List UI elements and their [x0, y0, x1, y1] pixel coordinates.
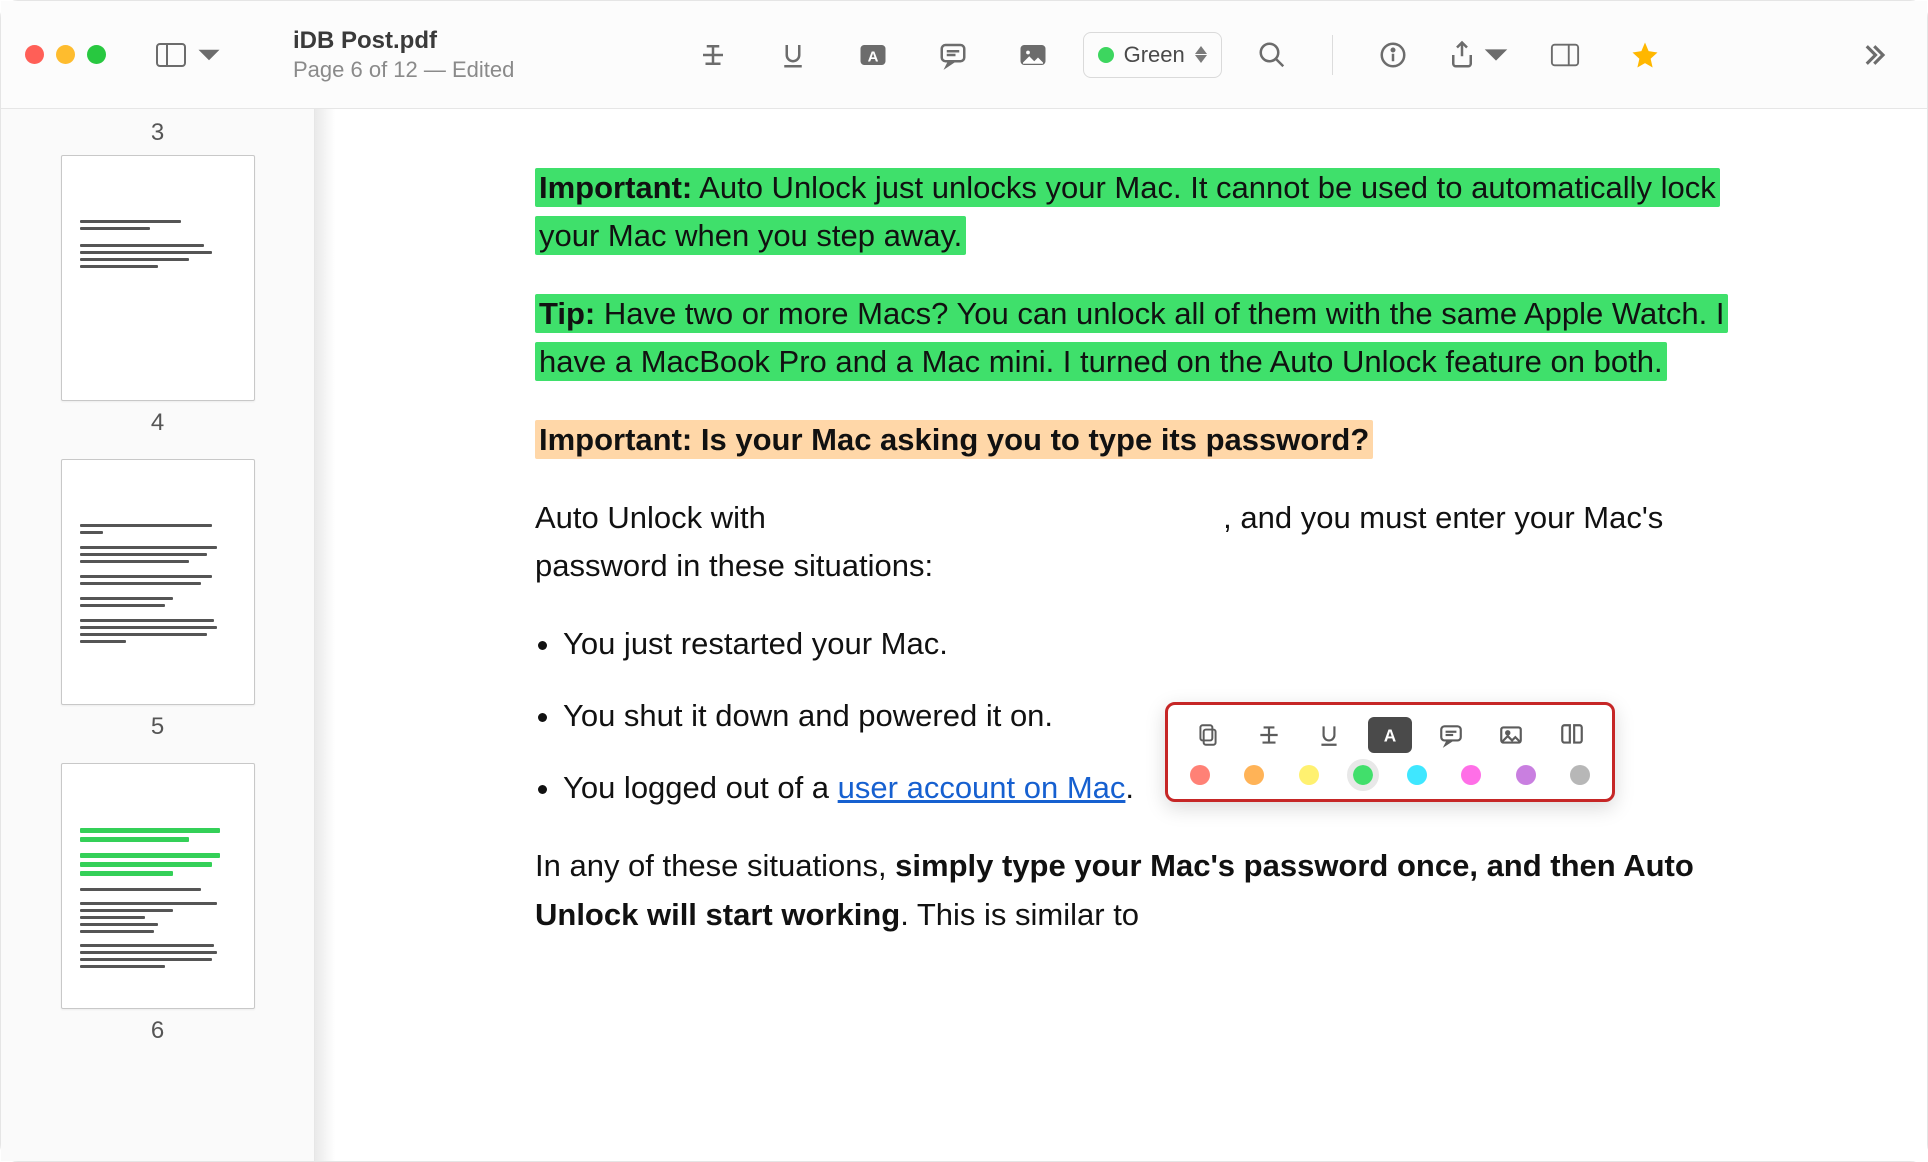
page-shadow	[315, 109, 335, 1161]
inspector-button[interactable]	[1535, 25, 1595, 85]
color-swatch-cyan[interactable]	[1407, 765, 1427, 785]
note-button[interactable]	[923, 25, 983, 85]
thumb-number: 4	[151, 409, 164, 437]
share-button[interactable]	[1443, 25, 1515, 85]
info-icon	[1378, 40, 1408, 70]
note-button[interactable]	[1429, 717, 1473, 753]
sidebar-view-toggle[interactable]	[145, 41, 235, 69]
minimize-window-button[interactable]	[56, 45, 75, 64]
bookmark-button[interactable]	[1550, 717, 1594, 753]
chevron-down-icon	[193, 41, 225, 69]
search-button[interactable]	[1242, 25, 1302, 85]
chevron-down-icon	[1481, 40, 1511, 70]
strikethrough-icon	[698, 40, 728, 70]
toolbar-divider	[1332, 35, 1333, 75]
image-button[interactable]	[1489, 717, 1533, 753]
text-box-icon: A	[858, 40, 888, 70]
underline-icon	[778, 40, 808, 70]
color-swatch-orange[interactable]	[1244, 765, 1264, 785]
color-swatch-purple[interactable]	[1516, 765, 1536, 785]
share-icon	[1447, 40, 1477, 70]
speech-bubble-icon	[938, 40, 968, 70]
highlight-color-label: Green	[1124, 42, 1185, 68]
text-box-button[interactable]: A	[843, 25, 903, 85]
close-window-button[interactable]	[25, 45, 44, 64]
strikethrough-button[interactable]	[683, 25, 743, 85]
document-view[interactable]: Important: Auto Unlock just unlocks your…	[315, 109, 1927, 1161]
color-swatch-red[interactable]	[1190, 765, 1210, 785]
strikethrough-button[interactable]	[1247, 717, 1291, 753]
document-subtitle: Page 6 of 12 — Edited	[293, 57, 514, 83]
thumb-number: 5	[151, 713, 164, 741]
info-button[interactable]	[1363, 25, 1423, 85]
color-swatch-yellow[interactable]	[1299, 765, 1319, 785]
underline-icon	[1316, 722, 1342, 748]
popup-tool-row: A	[1186, 717, 1594, 753]
paragraph: Tip: Have two or more Macs? You can unlo…	[535, 290, 1747, 386]
document-title: iDB Post.pdf	[293, 27, 514, 55]
color-swatch-green[interactable]	[1353, 765, 1373, 785]
thumb-number: 3	[1, 119, 314, 147]
main-area: 3 4	[1, 109, 1927, 1161]
list-item: You just restarted your Mac.	[563, 620, 1747, 668]
page-thumbnail-6[interactable]: 6	[1, 763, 314, 1045]
color-dot-icon	[1098, 47, 1114, 63]
thumbnail-sidebar[interactable]: 3 4	[1, 109, 315, 1161]
paragraph: Important: Auto Unlock just unlocks your…	[535, 164, 1747, 260]
document-title-block: iDB Post.pdf Page 6 of 12 — Edited	[293, 27, 514, 83]
image-button[interactable]	[1003, 25, 1063, 85]
toolbar: iDB Post.pdf Page 6 of 12 — Edited A Gre…	[1, 1, 1927, 109]
star-icon	[1630, 40, 1660, 70]
text-box-button[interactable]: A	[1368, 717, 1412, 753]
image-icon	[1018, 40, 1048, 70]
search-icon	[1257, 40, 1287, 70]
underline-button[interactable]	[1307, 717, 1351, 753]
page-thumbnail-4[interactable]: 4	[1, 155, 314, 437]
svg-text:A: A	[1384, 726, 1397, 746]
book-icon	[1559, 722, 1585, 748]
annotation-popup: A	[1165, 702, 1615, 802]
overflow-button[interactable]	[1843, 25, 1903, 85]
strikethrough-icon	[1256, 722, 1282, 748]
popup-color-row	[1186, 765, 1594, 785]
color-swatch-gray[interactable]	[1570, 765, 1590, 785]
paragraph: Auto Unlock with , and you must enter yo…	[535, 494, 1747, 590]
window-controls	[25, 45, 125, 64]
stepper-icon	[1195, 46, 1207, 63]
fullscreen-window-button[interactable]	[87, 45, 106, 64]
thumb-number: 6	[151, 1017, 164, 1045]
copy-icon	[1195, 722, 1221, 748]
speech-bubble-icon	[1438, 722, 1464, 748]
heading: Important: Is your Mac asking you to typ…	[535, 416, 1747, 464]
paragraph: In any of these situations, simply type …	[535, 842, 1747, 938]
highlight-color-selector[interactable]: Green	[1083, 32, 1222, 78]
page-thumbnail-5[interactable]: 5	[1, 459, 314, 741]
user-account-link[interactable]: user account on Mac	[838, 770, 1126, 805]
sidebar-icon	[155, 41, 187, 69]
color-swatch-magenta[interactable]	[1461, 765, 1481, 785]
panel-right-icon	[1550, 40, 1580, 70]
copy-button[interactable]	[1186, 717, 1230, 753]
page-content: Important: Auto Unlock just unlocks your…	[535, 164, 1747, 969]
chevrons-right-icon	[1858, 40, 1888, 70]
text-box-icon: A	[1377, 722, 1403, 748]
svg-text:A: A	[867, 48, 878, 65]
favorite-button[interactable]	[1615, 25, 1675, 85]
underline-button[interactable]	[763, 25, 823, 85]
image-icon	[1498, 722, 1524, 748]
